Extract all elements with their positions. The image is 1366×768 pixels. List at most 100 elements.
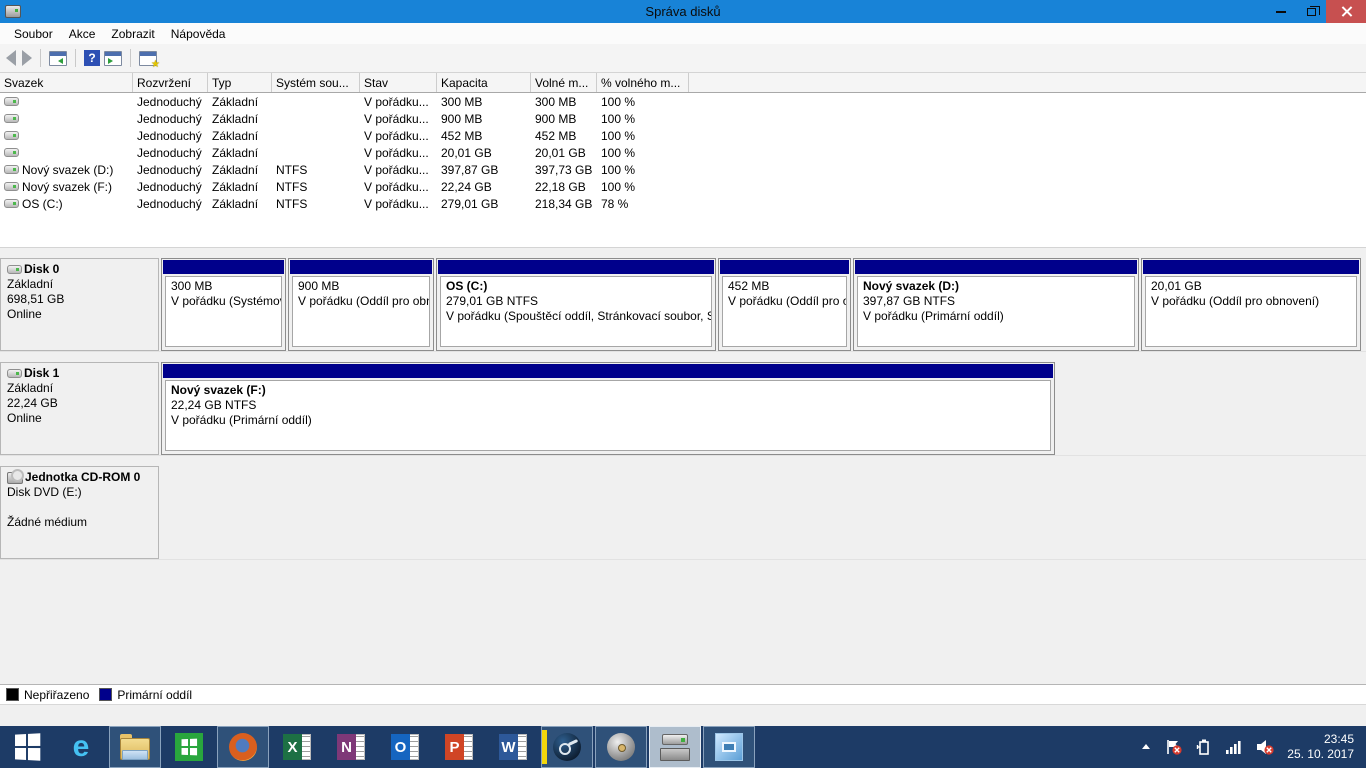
disk-size: 698,51 GB: [7, 292, 152, 307]
partition-header-bar: [855, 260, 1137, 274]
volume-cell-stav: V pořádku...: [360, 163, 437, 177]
volume-row[interactable]: OS (C:) JednoduchýZákladní NTFS V pořádku..…: [0, 195, 1366, 212]
partition-header-bar: [720, 260, 849, 274]
help-icon[interactable]: ?: [84, 50, 100, 66]
volume-cell-svazek: Nový svazek (D:): [0, 163, 133, 177]
outlook-icon: O: [391, 734, 419, 760]
taskbar-start-button[interactable]: [1, 726, 53, 768]
volume-cell-volne: 20,01 GB: [531, 146, 597, 160]
partition[interactable]: OS (C:)279,01 GB NTFSV pořádku (Spouštěc…: [436, 258, 716, 351]
restore-button[interactable]: [1296, 0, 1326, 23]
menu-file[interactable]: Soubor: [6, 25, 61, 43]
column-header[interactable]: Volné m...: [531, 73, 597, 92]
volume-cell-svazek: Nový svazek (F:): [0, 180, 133, 194]
power-icon[interactable]: [1195, 738, 1213, 756]
taskbar-clock[interactable]: 23:45 25. 10. 2017: [1287, 732, 1354, 762]
volume-cell-stav: V pořádku...: [360, 180, 437, 194]
tray-expand-icon[interactable]: [1139, 740, 1153, 754]
volume-cell-rozvrzeni: Jednoduchý: [133, 95, 208, 109]
column-header[interactable]: Systém sou...: [272, 73, 360, 92]
taskbar-firefox-button[interactable]: [217, 726, 269, 768]
volume-cell-typ: Základní: [208, 197, 272, 211]
taskbar-disk-management-button[interactable]: [649, 726, 701, 768]
disk-panel-0[interactable]: Disk 0Základní698,51 GBOnline: [0, 258, 159, 351]
toolbar-separator: [130, 49, 131, 67]
action-pane-icon[interactable]: [104, 51, 122, 66]
network-icon[interactable]: [1225, 739, 1243, 755]
forward-icon[interactable]: [22, 50, 32, 66]
taskbar-outlook-button[interactable]: O: [379, 726, 431, 768]
close-icon: [1341, 6, 1352, 17]
partition[interactable]: Nový svazek (F:)22,24 GB NTFSV pořádku (…: [161, 362, 1055, 455]
column-header[interactable]: Rozvržení: [133, 73, 208, 92]
menu-help[interactable]: Nápověda: [163, 25, 234, 43]
properties-icon[interactable]: [139, 51, 157, 66]
volume-cell-text: 100 %: [601, 163, 635, 177]
volume-cell-text: NTFS: [276, 197, 307, 211]
taskbar-store-button[interactable]: [163, 726, 215, 768]
volume-cell-text: Jednoduchý: [137, 95, 202, 109]
partition[interactable]: 300 MBV pořádku (Systémový oddíl): [161, 258, 286, 351]
disk-icon: [7, 265, 22, 274]
taskbar-steam-button[interactable]: [541, 726, 593, 768]
volume-cell-text: V pořádku...: [364, 129, 429, 143]
onenote-icon: N: [337, 734, 365, 760]
volume-muted-icon[interactable]: [1255, 738, 1275, 756]
volume-row[interactable]: Nový svazek (D:)JednoduchýZákladníNTFSV …: [0, 161, 1366, 178]
column-header[interactable]: Svazek: [0, 73, 133, 92]
partition-status: V pořádku (Primární oddíl): [171, 413, 1045, 428]
volume-row[interactable]: Nový svazek (F:)JednoduchýZákladníNTFSV …: [0, 178, 1366, 195]
volume-cell-volne: 22,18 GB: [531, 180, 597, 194]
disk-panel-1[interactable]: Disk 1Základní22,24 GBOnline: [0, 362, 159, 455]
back-icon[interactable]: [6, 50, 16, 66]
taskbar-cpu-z-button[interactable]: [703, 726, 755, 768]
volume-cell-text: Základní: [212, 112, 258, 126]
volume-row[interactable]: JednoduchýZákladníV pořádku...300 MB300 …: [0, 93, 1366, 110]
volume-cell-rozvrzeni: Jednoduchý: [133, 112, 208, 126]
column-header[interactable]: Kapacita: [437, 73, 531, 92]
taskbar-word-button[interactable]: W: [487, 726, 539, 768]
volume-cell-text: 20,01 GB: [535, 146, 586, 160]
status-bar: [0, 704, 1366, 726]
taskbar-file-explorer-button[interactable]: [109, 726, 161, 768]
taskbar-disk-utility-button[interactable]: [595, 726, 647, 768]
partition[interactable]: 900 MBV pořádku (Oddíl pro obnovení): [288, 258, 434, 351]
taskbar-powerpoint-button[interactable]: P: [433, 726, 485, 768]
volume-row[interactable]: JednoduchýZákladníV pořádku...900 MB900 …: [0, 110, 1366, 127]
volume-cell-text: OS (C:): [22, 197, 63, 211]
clock-date: 25. 10. 2017: [1287, 747, 1354, 762]
volume-row[interactable]: JednoduchýZákladníV pořádku...452 MB452 …: [0, 127, 1366, 144]
menu-view[interactable]: Zobrazit: [103, 25, 162, 43]
cdrom-panel[interactable]: Jednotka CD-ROM 0Disk DVD (E:) Žádné méd…: [0, 466, 159, 559]
partition[interactable]: Nový svazek (D:)397,87 GB NTFSV pořádku …: [853, 258, 1139, 351]
column-header[interactable]: Typ: [208, 73, 272, 92]
partition[interactable]: 452 MBV pořádku (Oddíl pro obnovení): [718, 258, 851, 351]
volume-row[interactable]: JednoduchýZákladníV pořádku...20,01 GB20…: [0, 144, 1366, 161]
console-tree-icon[interactable]: [49, 51, 67, 66]
volume-cell-system: NTFS: [272, 163, 360, 177]
taskbar-excel-button[interactable]: X: [271, 726, 323, 768]
menu-action[interactable]: Akce: [61, 25, 104, 43]
close-button[interactable]: [1326, 0, 1366, 23]
volume-cell-stav: V pořádku...: [360, 197, 437, 211]
taskbar-internet-explorer-button[interactable]: e: [55, 726, 107, 768]
notification-bar: [542, 730, 547, 764]
partition-header-bar: [1143, 260, 1359, 274]
volume-cell-rozvrzeni: Jednoduchý: [133, 197, 208, 211]
taskbar-onenote-button[interactable]: N: [325, 726, 377, 768]
partition-status: V pořádku (Oddíl pro obnovení): [1151, 294, 1351, 309]
volume-cell-procento: 100 %: [597, 146, 689, 160]
disk-name-text: Disk 1: [24, 366, 59, 381]
volume-cell-text: 900 MB: [535, 112, 576, 126]
legend-item: Nepřiřazeno: [6, 688, 89, 702]
disk-management-window: Správa disků SouborAkceZobrazitNápověda …: [0, 0, 1366, 726]
action-center-icon[interactable]: [1165, 738, 1183, 756]
partition[interactable]: 20,01 GBV pořádku (Oddíl pro obnovení): [1141, 258, 1361, 351]
minimize-button[interactable]: [1266, 0, 1296, 23]
partition-body: 20,01 GBV pořádku (Oddíl pro obnovení): [1145, 276, 1357, 347]
column-header[interactable]: Stav: [360, 73, 437, 92]
column-header[interactable]: % volného m...: [597, 73, 689, 92]
partition-body: 300 MBV pořádku (Systémový oddíl): [165, 276, 282, 347]
volume-cell-text: Jednoduchý: [137, 163, 202, 177]
volume-cell-stav: V pořádku...: [360, 112, 437, 126]
